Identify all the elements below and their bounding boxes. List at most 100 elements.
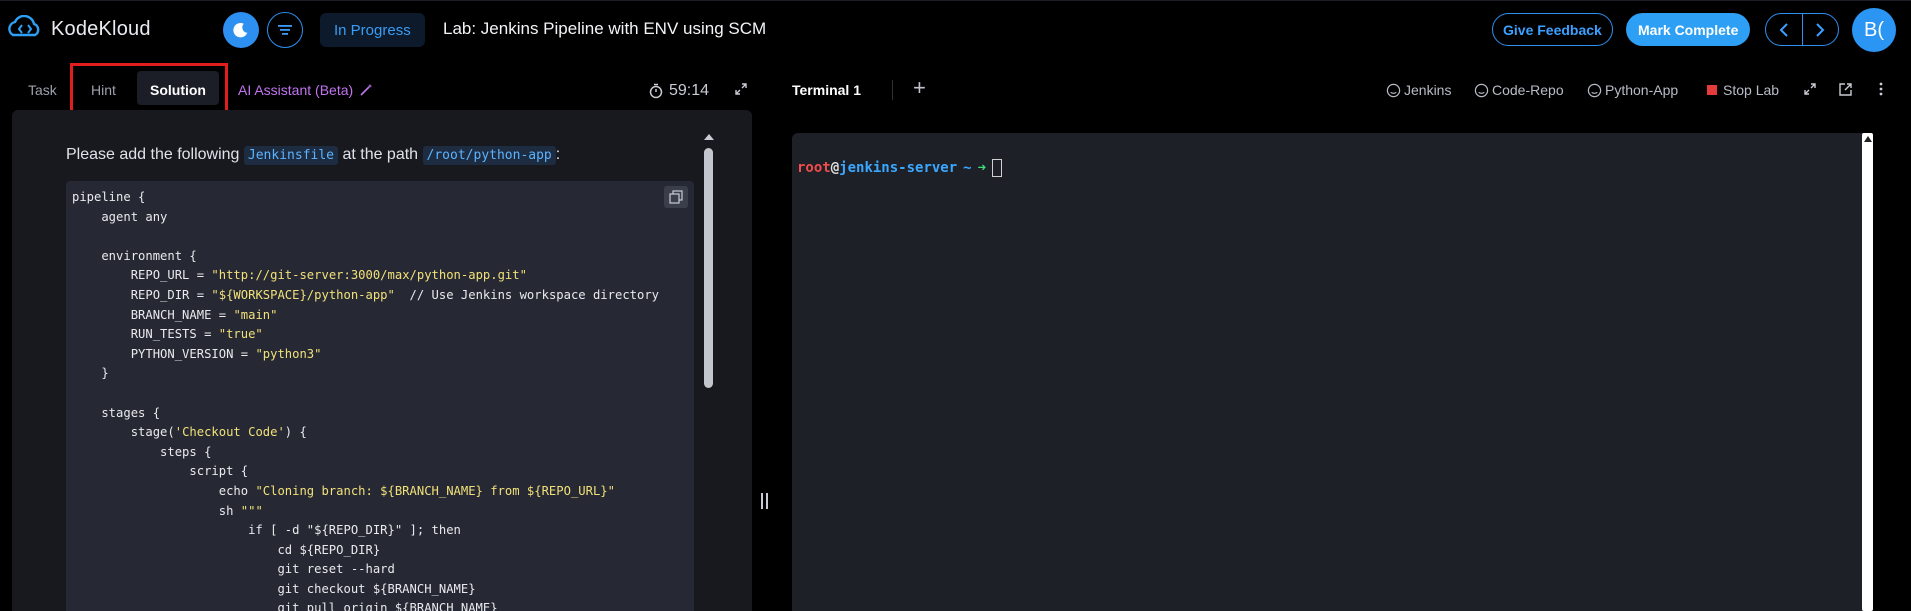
- code-line: environment {: [72, 247, 659, 267]
- tab-terminal-1[interactable]: Terminal 1: [792, 82, 861, 98]
- instruction-mid: at the path: [342, 146, 419, 163]
- code-line: cd ${REPO_DIR}: [72, 541, 659, 561]
- add-terminal-button[interactable]: +: [913, 75, 926, 101]
- code-line: echo "Cloning branch: ${BRANCH_NAME} fro…: [72, 482, 659, 502]
- lab-timer: 59:14: [649, 82, 709, 100]
- jenkins-link-label: Jenkins: [1404, 82, 1452, 98]
- python-app-link-label: Python-App: [1605, 82, 1679, 98]
- solution-instruction: Please add the following Jenkinsfile at …: [66, 146, 561, 165]
- give-feedback-button[interactable]: Give Feedback: [1492, 13, 1613, 46]
- code-text: BRANCH_NAME =: [72, 307, 234, 322]
- code-string: "${WORKSPACE}/python-app": [211, 287, 395, 302]
- jenkins-link[interactable]: Jenkins: [1386, 82, 1451, 98]
- mark-complete-button[interactable]: Mark Complete: [1626, 13, 1751, 46]
- prompt-at: @: [830, 160, 840, 176]
- external-link-icon: [1839, 83, 1852, 96]
- code-string: """: [240, 503, 263, 518]
- code-text: stages {: [72, 405, 161, 420]
- ai-assistant-label: AI Assistant (Beta): [238, 82, 354, 98]
- stop-square-icon: [1707, 85, 1717, 95]
- user-avatar[interactable]: B(: [1852, 8, 1896, 52]
- code-line: git reset --hard: [72, 560, 659, 580]
- terminal-scrollbar[interactable]: [1862, 133, 1873, 611]
- instruction-prefix: Please add the following: [66, 146, 240, 163]
- code-line: stages {: [72, 404, 659, 424]
- code-line: pipeline {: [72, 188, 659, 208]
- hamburger-icon: [278, 25, 292, 35]
- code-text: ) {: [284, 425, 307, 440]
- code-text: pipeline {: [72, 190, 146, 204]
- prompt-user: root: [797, 160, 831, 176]
- code-line: }: [72, 364, 659, 384]
- code-text: environment {: [72, 248, 197, 263]
- code-string: "python3": [255, 346, 322, 361]
- terminal-tabs-bar: Terminal 1 + Jenkins Code-Repo Python-Ap…: [770, 58, 1911, 108]
- code-string: "main": [233, 307, 278, 322]
- jenkins-icon: [1386, 83, 1401, 97]
- scroll-up-arrow-icon[interactable]: [704, 134, 714, 140]
- code-line: REPO_DIR = "${WORKSPACE}/python-app" // …: [72, 286, 659, 306]
- expand-terminal-button[interactable]: [1803, 82, 1817, 101]
- code-text: // Use Jenkins workspace directory: [394, 287, 660, 302]
- code-line: if [ -d "${REPO_DIR}" ]; then: [72, 521, 659, 541]
- python-app-icon: [1587, 83, 1602, 97]
- prompt-host: jenkins-server: [839, 160, 958, 176]
- terminal-cursor: [992, 159, 1003, 177]
- timer-value: 59:14: [669, 82, 710, 99]
- code-text: git pull origin ${BRANCH_NAME}: [72, 601, 498, 611]
- prompt-arrow: ➜: [977, 160, 987, 176]
- code-text: git checkout ${BRANCH_NAME}: [72, 581, 476, 596]
- scrollbar-thumb[interactable]: [704, 148, 713, 388]
- code-scrollbar[interactable]: [702, 134, 714, 611]
- python-app-link[interactable]: Python-App: [1587, 82, 1678, 98]
- instruction-path: /root/python-app: [422, 146, 556, 165]
- brand-logo[interactable]: KodeKloud: [5, 15, 151, 43]
- stop-lab-button[interactable]: Stop Lab: [1707, 82, 1779, 98]
- instruction-suffix: :: [555, 146, 561, 163]
- instruction-filename: Jenkinsfile: [243, 146, 338, 165]
- code-text: REPO_DIR =: [72, 287, 212, 302]
- tab-hint[interactable]: Hint: [91, 82, 116, 98]
- brand-name: KodeKloud: [51, 17, 151, 40]
- theme-toggle-button[interactable]: [223, 12, 259, 48]
- tab-task[interactable]: Task: [28, 82, 57, 98]
- code-text: sh: [72, 503, 241, 518]
- code-text: agent any: [72, 209, 168, 224]
- chevron-right-icon: [1816, 22, 1825, 37]
- code-line: PYTHON_VERSION = "python3": [72, 345, 659, 365]
- code-repo-icon: [1474, 83, 1489, 97]
- chevron-left-icon: [1779, 22, 1788, 37]
- code-text: steps {: [72, 444, 212, 459]
- panel-resize-handle[interactable]: [759, 493, 769, 513]
- tab-ai-assistant[interactable]: AI Assistant (Beta): [238, 82, 373, 98]
- more-options-button[interactable]: [1874, 82, 1888, 101]
- next-button[interactable]: [1803, 14, 1839, 45]
- terminal-scroll-up-icon[interactable]: [1864, 136, 1872, 142]
- code-line: git pull origin ${BRANCH_NAME}: [72, 599, 659, 611]
- stop-lab-label: Stop Lab: [1723, 82, 1780, 98]
- code-line: git checkout ${BRANCH_NAME}: [72, 580, 659, 600]
- code-string: "Cloning branch: ${BRANCH_NAME} from ${R…: [255, 483, 615, 498]
- solution-panel: Please add the following Jenkinsfile at …: [12, 110, 752, 611]
- code-string: "http://git-server:3000/max/python-app.g…: [211, 268, 527, 283]
- code-line: sh """: [72, 502, 659, 522]
- menu-button[interactable]: [267, 12, 303, 48]
- code-repo-link[interactable]: Code-Repo: [1474, 82, 1564, 98]
- moon-icon: [233, 22, 248, 38]
- top-bar: KodeKloud In Progress Lab: Jenkins Pipel…: [0, 0, 1911, 58]
- stopwatch-icon: [649, 83, 663, 99]
- code-string: "true": [218, 327, 263, 342]
- code-text: REPO_URL =: [72, 268, 212, 283]
- tab-solution[interactable]: Solution: [150, 82, 206, 98]
- open-external-button[interactable]: [1838, 82, 1853, 102]
- expand-left-panel-button[interactable]: [734, 82, 748, 101]
- previous-button[interactable]: [1766, 14, 1803, 45]
- tab-divider: [892, 80, 893, 100]
- terminal-window[interactable]: root @ jenkins-server ~ ➜: [792, 133, 1872, 611]
- left-panel-tabs: Task Hint Solution AI Assistant (Beta): [0, 58, 760, 108]
- jenkinsfile-code: pipeline { agent any environment { REPO_…: [72, 188, 659, 611]
- copy-code-button[interactable]: [664, 186, 688, 208]
- lab-status-badge: In Progress: [320, 13, 425, 47]
- code-line: REPO_URL = "http://git-server:3000/max/p…: [72, 266, 659, 286]
